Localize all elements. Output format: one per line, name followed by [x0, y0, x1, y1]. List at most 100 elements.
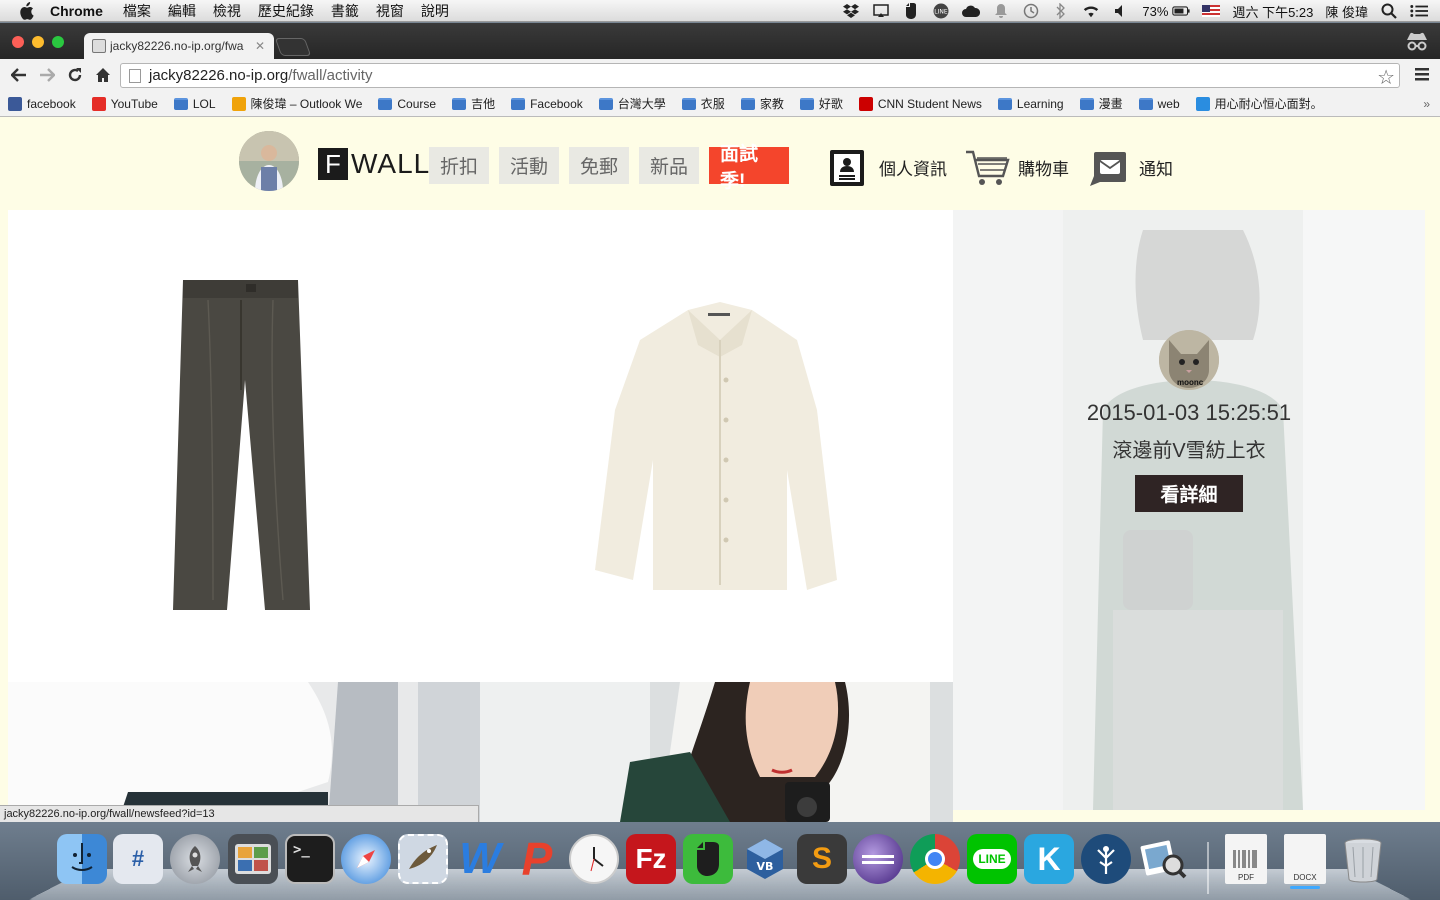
evernote-icon[interactable] — [902, 3, 920, 19]
cart-link[interactable]: 購物車 — [1018, 155, 1069, 180]
bookmark-item[interactable]: Facebook — [511, 97, 583, 111]
battery-icon[interactable] — [1172, 3, 1191, 19]
bookmark-item[interactable]: Course — [378, 97, 436, 111]
menubar-user[interactable]: 陳 俊瑋 — [1325, 2, 1368, 21]
home-icon[interactable] — [90, 62, 116, 88]
zoom-window-button[interactable] — [52, 36, 64, 48]
featured-post-panel[interactable]: moonc 2015-01-03 15:25:51 滾邊前V雪紡上衣 看詳細 — [953, 210, 1425, 810]
terminal-icon[interactable]: >_ — [285, 834, 335, 884]
docx-document-icon[interactable]: DOCX — [1284, 834, 1326, 884]
mail-stamp-icon[interactable] — [398, 834, 448, 884]
product-card-trousers[interactable] — [163, 270, 333, 615]
bookmark-item[interactable]: 好歌 — [799, 95, 843, 112]
shopping-cart-icon[interactable] — [965, 148, 1011, 188]
view-details-button[interactable]: 看詳細 — [1135, 475, 1243, 512]
bookmark-item[interactable]: 衣服 — [681, 95, 725, 112]
wifi-icon[interactable] — [1082, 3, 1100, 19]
bookmark-item[interactable]: web — [1138, 97, 1180, 111]
bluetooth-icon[interactable] — [1052, 3, 1070, 19]
pdf-document-icon[interactable]: PDF — [1225, 834, 1267, 884]
cloud-icon[interactable] — [962, 3, 981, 19]
profile-card-icon[interactable] — [828, 148, 868, 188]
feed-photo-woman-camera[interactable] — [480, 682, 953, 822]
menu-view[interactable]: 檢視 — [213, 1, 241, 21]
trash-icon[interactable] — [1338, 834, 1388, 884]
bookmark-item[interactable]: 陳俊瑋 – Outlook We — [231, 95, 362, 112]
bookmark-item[interactable]: YouTube — [91, 96, 158, 111]
bookmark-item[interactable]: facebook — [8, 96, 76, 111]
airplay-icon[interactable] — [872, 3, 890, 19]
bookmark-item[interactable]: 家教 — [740, 95, 784, 112]
bookmark-item[interactable]: CNN Student News — [858, 96, 982, 111]
menu-bookmarks[interactable]: 書籤 — [331, 1, 359, 21]
sourcetree-icon[interactable] — [1081, 834, 1131, 884]
feed-photo-white-top[interactable] — [8, 682, 480, 822]
sublime-text-icon[interactable]: S — [797, 834, 847, 884]
photo-browser-icon[interactable] — [228, 834, 278, 884]
bookmark-item[interactable]: 吉他 — [452, 95, 495, 112]
profile-link[interactable]: 個人資訊 — [879, 155, 947, 180]
bookmark-item[interactable]: 漫畫 — [1079, 95, 1123, 112]
back-arrow-icon[interactable] — [6, 62, 32, 88]
tab-close-icon[interactable]: ✕ — [254, 39, 266, 53]
tab-active[interactable]: jacky82226.no-ip.org/fwa ✕ — [84, 33, 274, 59]
line-app-icon[interactable]: LINE — [967, 834, 1017, 884]
launchpad-rocket-icon[interactable] — [170, 834, 220, 884]
bookmark-star-icon[interactable]: ☆ — [1377, 65, 1395, 90]
forward-arrow-icon[interactable] — [34, 62, 60, 88]
line-status-icon[interactable]: LINE — [932, 3, 950, 19]
nav-events-button[interactable]: 活動 — [499, 147, 559, 184]
word-icon[interactable]: W — [455, 834, 505, 884]
nav-interview-season-button[interactable]: 面試季! — [709, 144, 789, 192]
close-window-button[interactable] — [12, 36, 24, 48]
battery-percent[interactable]: 73% — [1142, 4, 1168, 19]
volume-icon[interactable] — [1112, 3, 1130, 19]
nav-discount-button[interactable]: 折扣 — [429, 147, 489, 184]
nav-free-shipping-button[interactable]: 免郵 — [569, 147, 629, 184]
new-tab-button[interactable] — [274, 38, 312, 56]
spotlight-search-icon[interactable] — [1380, 3, 1398, 19]
menu-file[interactable]: 檔案 — [123, 1, 151, 21]
menu-history[interactable]: 歷史紀錄 — [258, 1, 314, 21]
bookmarks-overflow-icon[interactable]: » — [1423, 97, 1430, 111]
preview-icon[interactable] — [1138, 834, 1188, 884]
app-name-menu[interactable]: Chrome — [50, 3, 103, 19]
powerpoint-icon[interactable]: P — [512, 833, 562, 885]
bookmark-item[interactable]: 台灣大學 — [598, 95, 666, 112]
clock-icon[interactable] — [569, 834, 619, 884]
user-avatar[interactable] — [239, 131, 299, 191]
menu-help[interactable]: 說明 — [421, 1, 449, 21]
bookmark-item[interactable]: LOL — [173, 97, 216, 111]
virtualbox-icon[interactable]: VB — [740, 834, 790, 884]
product-card-blouse[interactable] — [593, 300, 848, 600]
bookmark-item[interactable]: Learning — [997, 97, 1064, 111]
chrome-menu-icon[interactable] — [1412, 64, 1432, 84]
finder-icon[interactable] — [57, 834, 107, 884]
time-machine-icon[interactable] — [1022, 3, 1040, 19]
notification-mail-icon[interactable] — [1088, 148, 1128, 188]
filezilla-icon[interactable]: Fz — [626, 834, 676, 884]
dashboard-hash-icon[interactable]: # — [113, 834, 163, 884]
evernote-dock-icon[interactable] — [683, 834, 733, 884]
menubar-clock[interactable]: 週六 下午5:23 — [1232, 2, 1313, 21]
notifications-link[interactable]: 通知 — [1139, 155, 1173, 180]
notification-center-icon[interactable] — [1410, 3, 1428, 19]
bell-icon[interactable] — [992, 3, 1010, 19]
menu-edit[interactable]: 編輯 — [168, 1, 196, 21]
menu-window[interactable]: 視窗 — [376, 1, 404, 21]
bookmark-item[interactable]: 用心耐心恒心面對。 — [1195, 95, 1323, 112]
eclipse-icon[interactable] — [853, 834, 903, 884]
us-flag-icon[interactable] — [1202, 3, 1221, 19]
safari-icon[interactable] — [341, 834, 391, 884]
minimize-window-button[interactable] — [32, 36, 44, 48]
chrome-dock-icon[interactable] — [910, 834, 960, 884]
kuaibo-icon[interactable]: K — [1024, 834, 1074, 884]
apple-menu-icon[interactable] — [18, 1, 36, 20]
dropbox-icon[interactable] — [842, 3, 860, 19]
nav-new-arrivals-button[interactable]: 新品 — [639, 147, 699, 184]
poster-avatar[interactable]: moonc — [1159, 330, 1219, 390]
incognito-profile-icon[interactable] — [1404, 29, 1430, 55]
site-logo[interactable]: F WALL — [318, 148, 430, 180]
address-bar[interactable]: jacky82226.no-ip.org/fwall/activity ☆ — [120, 63, 1400, 90]
reload-icon[interactable] — [62, 62, 88, 88]
